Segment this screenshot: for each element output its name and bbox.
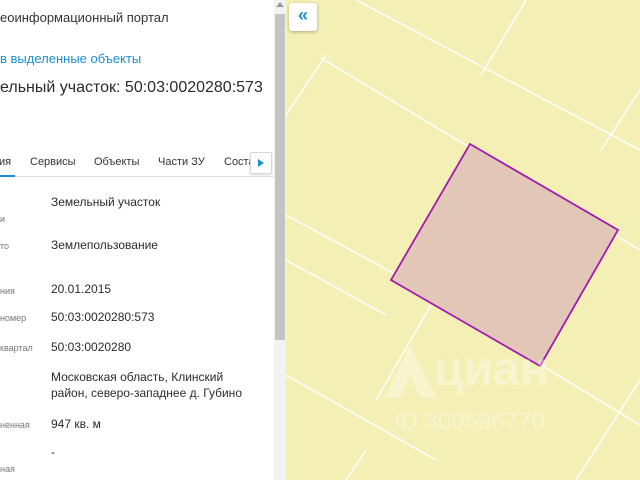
- row-label: и: [0, 214, 6, 224]
- row-label: ненная: [0, 420, 30, 430]
- row-value: 947 кв. м: [51, 417, 101, 431]
- tab-services[interactable]: Сервисы: [30, 156, 76, 168]
- panel-scrollbar[interactable]: [274, 0, 286, 480]
- parcel-line: [480, 0, 527, 76]
- double-chevron-left-icon: «: [297, 5, 308, 25]
- row-label: ния: [0, 286, 15, 296]
- cadastral-map[interactable]: [286, 0, 640, 480]
- parcel-line: [286, 259, 387, 316]
- parcel-line: [575, 379, 640, 480]
- map-canvas: [286, 0, 640, 480]
- row-value: Землепользование: [51, 238, 158, 252]
- row-value: Московская область, Клинский район, севе…: [51, 370, 242, 400]
- parcel-line: [345, 449, 367, 480]
- tabs-scroll-right-button[interactable]: [250, 152, 272, 174]
- parcel-line: [540, 364, 640, 426]
- parcel-line: [286, 54, 327, 117]
- parcel-line: [375, 304, 432, 401]
- tab-bar: ия Сервисы Объекты Части ЗУ Соста: [0, 148, 274, 177]
- triangle-right-icon: [258, 159, 264, 167]
- parcel-line: [355, 0, 640, 151]
- object-title: ельный участок: 50:03:0020280:573: [0, 79, 263, 96]
- row-value: Земельный участок: [51, 195, 161, 209]
- collapse-panel-button[interactable]: «: [289, 3, 317, 31]
- row-label: то: [0, 241, 10, 251]
- portal-title: еоинформационный портал: [0, 10, 169, 25]
- selected-parcel: [389, 142, 620, 368]
- scroll-thumb[interactable]: [275, 14, 285, 340]
- row-label: ная: [0, 464, 15, 474]
- row-label: квартал: [0, 343, 33, 353]
- parcel-line: [286, 374, 437, 461]
- row-value: -: [51, 445, 55, 459]
- info-panel: еоинформационный портал в выделенные объ…: [0, 0, 274, 480]
- row-value: 20.01.2015: [51, 282, 112, 296]
- scroll-up-arrow-icon[interactable]: [276, 2, 284, 7]
- row-value: 50:03:0020280:573: [51, 310, 155, 324]
- tab-info[interactable]: ия: [0, 156, 16, 177]
- row-value: 50:03:0020280: [51, 340, 132, 354]
- tab-objects[interactable]: Объекты: [94, 156, 139, 168]
- parcel-line: [600, 89, 640, 151]
- tab-parts[interactable]: Части ЗУ: [158, 156, 205, 168]
- selected-objects-link[interactable]: в выделенные объекты: [0, 51, 141, 66]
- row-label: номер: [0, 313, 27, 323]
